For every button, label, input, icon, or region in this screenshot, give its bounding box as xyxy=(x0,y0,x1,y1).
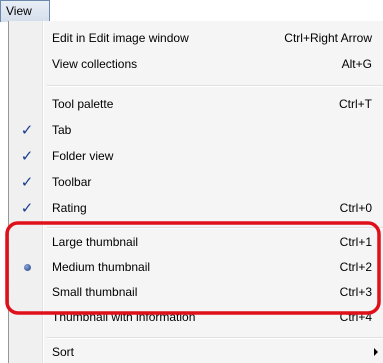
menu-item-edit-in-edit-image-window[interactable]: Edit in Edit image window Ctrl+Right Arr… xyxy=(9,25,383,51)
radio-selected-icon xyxy=(18,258,36,276)
menu-item-shortcut: Ctrl+0 xyxy=(339,201,372,215)
menu-item-small-thumbnail[interactable]: Small thumbnail Ctrl+3 xyxy=(9,279,383,305)
menu-item-shortcut: Ctrl+3 xyxy=(339,285,372,299)
menu-item-rating[interactable]: ✓ Rating Ctrl+0 xyxy=(9,195,383,221)
menu-separator xyxy=(47,85,383,87)
menu-item-tool-palette[interactable]: Tool palette Ctrl+T xyxy=(9,91,383,117)
menu-item-shortcut: Ctrl+2 xyxy=(339,260,372,274)
menu-item-label: Sort xyxy=(52,345,75,359)
menu-item-medium-thumbnail[interactable]: Medium thumbnail Ctrl+2 xyxy=(9,254,383,280)
menu-item-label: Large thumbnail xyxy=(52,235,139,249)
check-mark-icon: ✓ xyxy=(20,122,34,139)
menu-item-thumbnail-with-information[interactable]: Thumbnail with information Ctrl+4 xyxy=(9,304,383,330)
check-mark-icon: ✓ xyxy=(20,200,34,217)
menu-item-label: Thumbnail with information xyxy=(52,310,196,324)
menu-item-view-collections[interactable]: View collections Alt+G xyxy=(9,51,383,77)
menu-view[interactable]: View xyxy=(0,0,50,22)
view-dropdown-menu: Edit in Edit image window Ctrl+Right Arr… xyxy=(8,21,383,363)
menu-item-label: Edit in Edit image window xyxy=(52,31,189,45)
menu-item-label: View collections xyxy=(52,57,138,71)
check-mark-icon: ✓ xyxy=(20,174,34,191)
menu-item-label: Small thumbnail xyxy=(52,285,138,299)
menu-item-label: Medium thumbnail xyxy=(52,260,151,274)
menu-item-toolbar[interactable]: ✓ Toolbar xyxy=(9,169,383,195)
menu-item-label: Toolbar xyxy=(52,175,92,189)
menu-item-shortcut: Ctrl+T xyxy=(339,97,372,111)
check-mark-icon: ✓ xyxy=(20,148,34,165)
menu-item-shortcut: Ctrl+Right Arrow xyxy=(284,31,372,45)
menu-item-shortcut: Ctrl+4 xyxy=(339,310,372,324)
menu-item-sort[interactable]: Sort xyxy=(9,339,383,363)
menu-item-tab[interactable]: ✓ Tab xyxy=(9,117,383,143)
menu-item-shortcut: Ctrl+1 xyxy=(339,235,372,249)
menu-item-large-thumbnail[interactable]: Large thumbnail Ctrl+1 xyxy=(9,229,383,255)
menu-view-label: View xyxy=(6,4,32,18)
menu-item-label: Tool palette xyxy=(52,97,114,111)
menu-item-label: Tab xyxy=(52,123,72,137)
screenshot-stage: View Edit in Edit image window Ctrl+Righ… xyxy=(0,0,383,363)
menu-item-label: Folder view xyxy=(52,149,114,163)
menu-item-folder-view[interactable]: ✓ Folder view xyxy=(9,143,383,169)
menu-item-shortcut: Alt+G xyxy=(341,57,372,71)
submenu-arrow-icon xyxy=(374,348,378,356)
menu-item-label: Rating xyxy=(52,201,87,215)
